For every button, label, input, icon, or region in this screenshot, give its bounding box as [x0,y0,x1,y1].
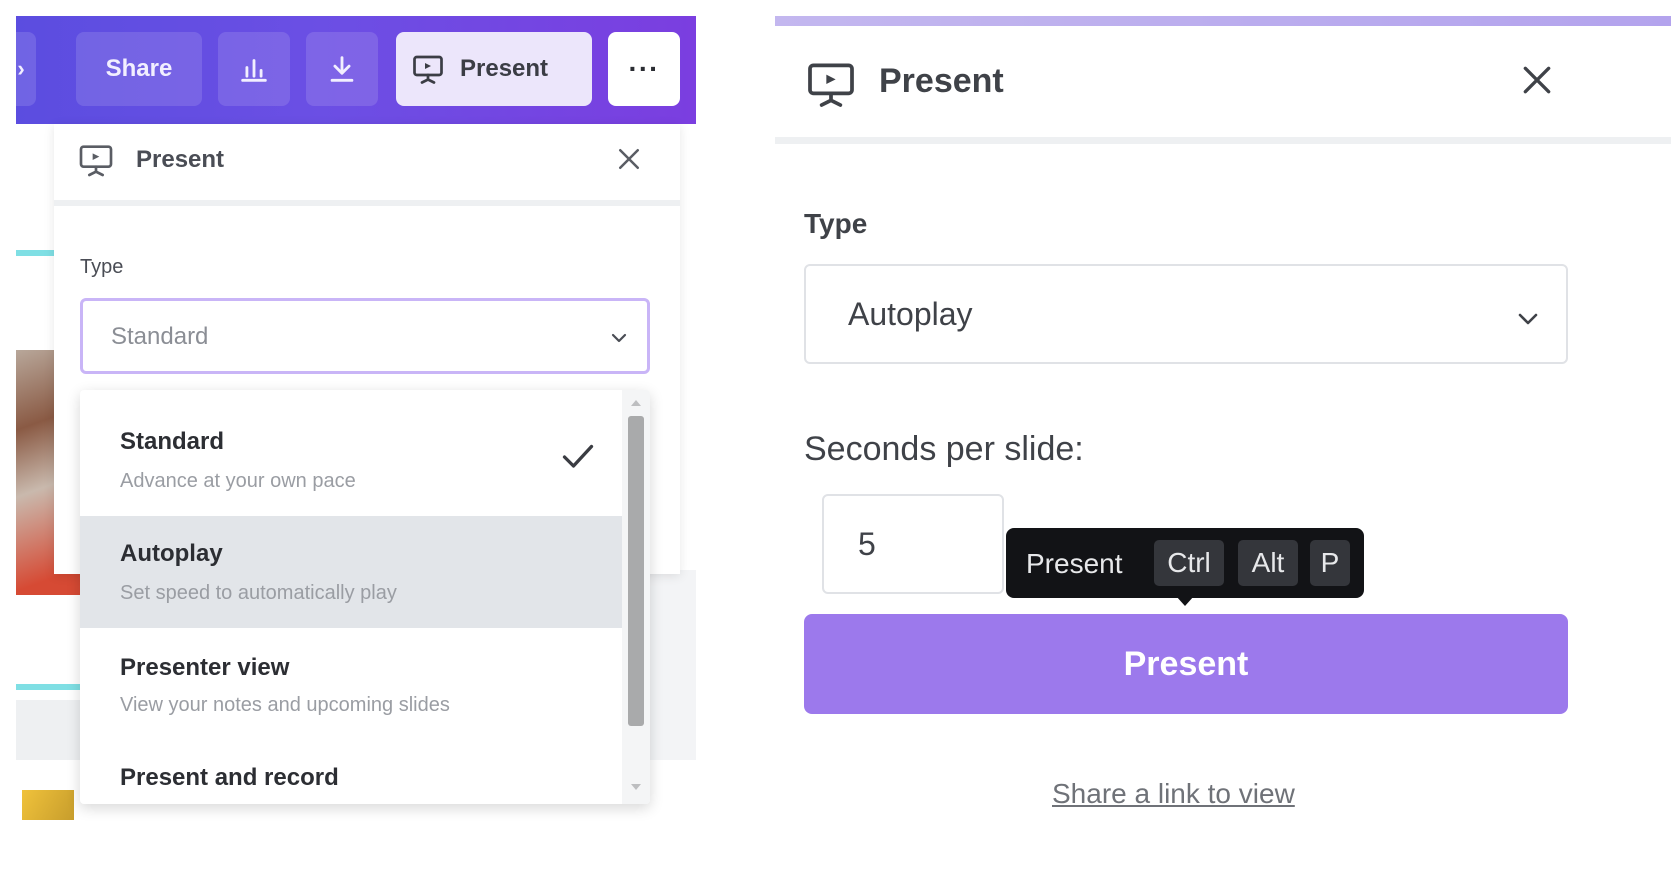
canvas-guide-line [16,250,56,256]
scroll-down-arrow-icon[interactable] [630,782,642,792]
bar-chart-icon [241,59,267,82]
insights-button[interactable] [218,32,290,106]
present-button-label: Present [1123,644,1249,683]
type-label: Type [80,256,124,278]
tooltip-pointer [1176,596,1194,606]
option-title: Standard [120,428,225,455]
present-button[interactable]: Present [804,614,1568,714]
checkmark-icon [562,444,594,468]
option-title: Present and record [120,764,339,791]
share-link-to-view[interactable]: Share a link to view [1052,778,1295,810]
option-subtitle: Set speed to automatically play [120,582,397,604]
dropdown-option-standard[interactable]: Standard Advance at your own pace [80,390,622,502]
present-panel-title: Present [879,62,1004,100]
share-button-label: Share [105,55,173,82]
more-options-button[interactable]: ··· [608,32,680,106]
present-panel-header: Present [54,124,680,206]
canvas-guide-line [16,684,82,690]
present-toolbar-label: Present [460,55,549,82]
download-icon [330,56,354,82]
share-button[interactable]: Share [76,32,202,106]
option-title: Autoplay [120,540,223,567]
editor-toolbar: › Share Present ··· [6,16,696,124]
type-label: Type [804,208,868,239]
dropdown-scrollbar-thumb[interactable] [628,416,644,726]
shortcut-key: Alt [1238,540,1298,586]
toolbar-edge [775,16,1671,26]
type-select[interactable]: Standard [80,298,650,374]
present-panel-header-large: Present [775,26,1671,144]
type-dropdown-menu: Standard Advance at your own pace Autopl… [80,390,650,804]
toolbar-button-partial[interactable]: › [6,32,36,106]
type-select[interactable]: Autoplay [804,264,1568,364]
option-title: Presenter view [120,654,290,681]
download-button[interactable] [306,32,378,106]
close-icon[interactable] [1517,60,1557,100]
dropdown-scrollbar[interactable] [622,390,650,804]
presentation-screen-icon [413,55,443,84]
present-shortcut-tooltip: Present Ctrl Alt P [1006,528,1364,606]
shortcut-key: Ctrl [1154,540,1224,586]
more-icon: ··· [628,53,660,84]
chevron-down-icon [611,333,627,343]
seconds-per-slide-input[interactable]: 5 [822,494,1004,594]
tooltip-label: Present [1026,548,1123,579]
background-area [16,700,86,760]
chevron-down-icon [1518,313,1538,325]
shortcut-key: P [1310,540,1350,586]
scroll-up-arrow-icon[interactable] [630,398,642,408]
option-subtitle: View your notes and upcoming slides [120,694,450,716]
presentation-screen-icon [79,145,113,177]
background-area [650,570,696,760]
presentation-screen-icon [808,63,854,107]
dropdown-option-present-and-record[interactable]: Present and record [80,740,622,804]
left-screenshot: › Share Present ··· Present Type Standar… [0,0,760,872]
close-icon[interactable] [614,144,644,174]
seconds-per-slide-value: 5 [858,526,876,562]
present-panel-title: Present [136,146,225,173]
type-select-value: Autoplay [848,296,973,332]
present-toolbar-button[interactable]: Present [396,32,592,106]
dropdown-option-presenter-view[interactable]: Presenter view View your notes and upcom… [80,628,622,740]
option-subtitle: Advance at your own pace [120,470,356,492]
dropdown-option-autoplay[interactable]: Autoplay Set speed to automatically play [80,516,622,628]
type-select-value: Standard [111,323,209,350]
seconds-per-slide-label: Seconds per slide: [804,430,1084,468]
background-thumbnail [22,790,74,820]
